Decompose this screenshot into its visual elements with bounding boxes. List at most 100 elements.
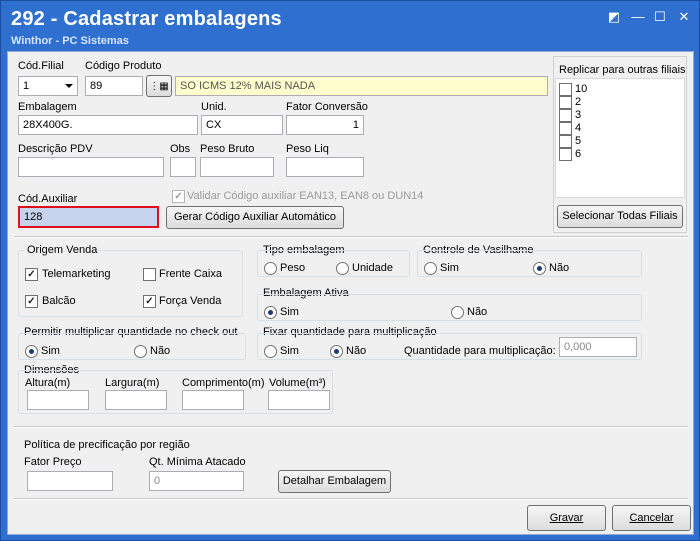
fixar-nao-radio[interactable]: [330, 345, 343, 358]
cancelar-button[interactable]: Cancelar: [612, 505, 691, 531]
close-button[interactable]: ✕: [675, 9, 693, 25]
filial-label: 6: [575, 148, 582, 160]
filial-label: 4: [575, 122, 582, 134]
volume-input[interactable]: [268, 390, 330, 410]
vasilhame-nao-radio[interactable]: [533, 262, 546, 275]
filial-checkbox[interactable]: [559, 109, 572, 122]
quantidade-multiplicacao-input[interactable]: 0,000: [559, 337, 637, 357]
peso-liq-input[interactable]: [286, 157, 364, 177]
tipo-unidade-label: Unidade: [352, 262, 393, 274]
divider: [14, 236, 688, 238]
frente-caixa-checkbox[interactable]: [143, 268, 156, 281]
minimize-button[interactable]: —: [629, 9, 647, 25]
peso-bruto-input[interactable]: [200, 157, 274, 177]
balcao-label: Balcão: [42, 295, 76, 307]
validar-codigo-label: Validar Código auxiliar EAN13, EAN8 ou D…: [187, 190, 424, 202]
vasilhame-sim-label: Sim: [440, 262, 459, 274]
gravar-button[interactable]: Gravar: [527, 505, 606, 531]
unid-label: Unid.: [201, 101, 227, 113]
cod-auxiliar-label: Cód.Auxiliar: [18, 193, 78, 205]
title-bar[interactable]: 292 - Cadastrar embalagens Winthor - PC …: [1, 1, 699, 49]
filial-checkbox[interactable]: [559, 135, 572, 148]
cancelar-label: Cancelar: [629, 512, 674, 524]
multiplicar-sim-label: Sim: [41, 345, 60, 357]
vasilhame-sim-radio[interactable]: [424, 262, 437, 275]
tipo-unidade-radio[interactable]: [336, 262, 349, 275]
filial-label: 10: [575, 83, 588, 95]
peso-bruto-label: Peso Bruto: [200, 143, 255, 155]
filial-checkbox[interactable]: [559, 96, 572, 109]
search-product-button[interactable]: ⋮▦: [146, 75, 172, 97]
cod-filial-select[interactable]: 1: [18, 76, 78, 96]
tipo-embalagem-group: Peso Unidade: [257, 250, 410, 277]
altura-input[interactable]: [27, 390, 89, 410]
filial-checkbox[interactable]: [559, 122, 572, 135]
filial-label: 2: [575, 96, 582, 108]
codigo-produto-label: Código Produto: [85, 60, 162, 72]
qt-minima-label: Qt. Mínima Atacado: [149, 456, 246, 468]
produto-description-field: SO ICMS 12% MAIS NADA: [175, 76, 548, 96]
codigo-produto-input[interactable]: 89: [85, 76, 143, 96]
window-subtitle: Winthor - PC Sistemas: [11, 35, 129, 47]
descricao-pdv-input[interactable]: [18, 157, 164, 177]
cod-filial-value: 1: [23, 80, 30, 92]
altura-label: Altura(m): [25, 377, 71, 389]
balcao-checkbox[interactable]: [25, 295, 38, 308]
cod-filial-label: Cód.Filial: [18, 60, 64, 72]
validar-codigo-checkbox[interactable]: [172, 190, 185, 203]
multiplicar-nao-radio[interactable]: [134, 345, 147, 358]
app-window: 292 - Cadastrar embalagens Winthor - PC …: [0, 0, 700, 541]
gravar-label: Gravar: [549, 512, 584, 524]
descricao-pdv-label: Descrição PDV: [18, 143, 93, 155]
filial-checkbox[interactable]: [559, 148, 572, 161]
embalagem-ativa-group: Sim Não: [257, 294, 642, 321]
fator-conversao-input[interactable]: 1: [286, 115, 364, 135]
gerar-codigo-auxiliar-button[interactable]: Gerar Código Auxiliar Automático: [166, 206, 344, 229]
ativa-nao-label: Não: [467, 306, 488, 318]
search-icon: ⋮▦: [149, 81, 169, 92]
fixar-sim-label: Sim: [280, 345, 299, 357]
multiplicar-nao-label: Não: [150, 345, 171, 357]
selecionar-todas-filiais-button[interactable]: Selecionar Todas Filiais: [557, 205, 683, 228]
ativa-sim-label: Sim: [280, 306, 299, 318]
embalagem-input[interactable]: 28X400G.: [18, 115, 198, 135]
divider: [14, 498, 688, 500]
frente-caixa-label: Frente Caixa: [159, 268, 222, 280]
cod-auxiliar-input[interactable]: 128: [18, 206, 159, 228]
obs-label: Obs: [170, 143, 191, 155]
fixar-sim-radio[interactable]: [264, 345, 277, 358]
politica-title: Política de precificação por região: [24, 439, 190, 451]
forca-venda-checkbox[interactable]: [143, 295, 156, 308]
comprimento-input[interactable]: [182, 390, 244, 410]
tipo-peso-radio[interactable]: [264, 262, 277, 275]
peso-liq-label: Peso Liq: [286, 143, 329, 155]
filial-checkbox[interactable]: [559, 83, 572, 96]
tipo-peso-label: Peso: [280, 262, 306, 274]
ativa-sim-radio[interactable]: [264, 306, 277, 319]
forca-venda-label: Força Venda: [159, 295, 222, 307]
largura-label: Largura(m): [105, 377, 160, 389]
form-panel: Cód.Filial 1 Código Produto 89 ⋮▦ SO ICM…: [7, 51, 694, 535]
chevron-down-icon: [65, 84, 73, 88]
fixar-nao-label: Não: [346, 345, 367, 357]
origem-venda-title: Origem Venda: [25, 244, 100, 256]
maximize-button[interactable]: ☐: [651, 9, 669, 25]
qt-minima-input[interactable]: 0: [149, 471, 244, 491]
replicar-title: Replicar para outras filiais: [559, 64, 686, 76]
restore-icon[interactable]: ◩: [605, 9, 623, 25]
ativa-nao-radio[interactable]: [451, 306, 464, 319]
quantidade-multiplicacao-label: Quantidade para multiplicação:: [404, 345, 556, 357]
detalhar-embalagem-button[interactable]: Detalhar Embalagem: [278, 470, 391, 493]
window-title: 292 - Cadastrar embalagens: [11, 8, 282, 30]
filiais-list[interactable]: 10 2 3 4 5 6: [555, 78, 685, 198]
filial-label: 3: [575, 109, 582, 121]
largura-input[interactable]: [105, 390, 167, 410]
unid-input[interactable]: CX: [201, 115, 283, 135]
fator-preco-input[interactable]: [27, 471, 113, 491]
telemarketing-label: Telemarketing: [42, 268, 111, 280]
fator-preco-label: Fator Preço: [24, 456, 82, 468]
obs-input[interactable]: [170, 157, 196, 177]
permitir-multiplicar-group: Sim Não: [18, 333, 246, 360]
multiplicar-sim-radio[interactable]: [25, 345, 38, 358]
telemarketing-checkbox[interactable]: [25, 268, 38, 281]
